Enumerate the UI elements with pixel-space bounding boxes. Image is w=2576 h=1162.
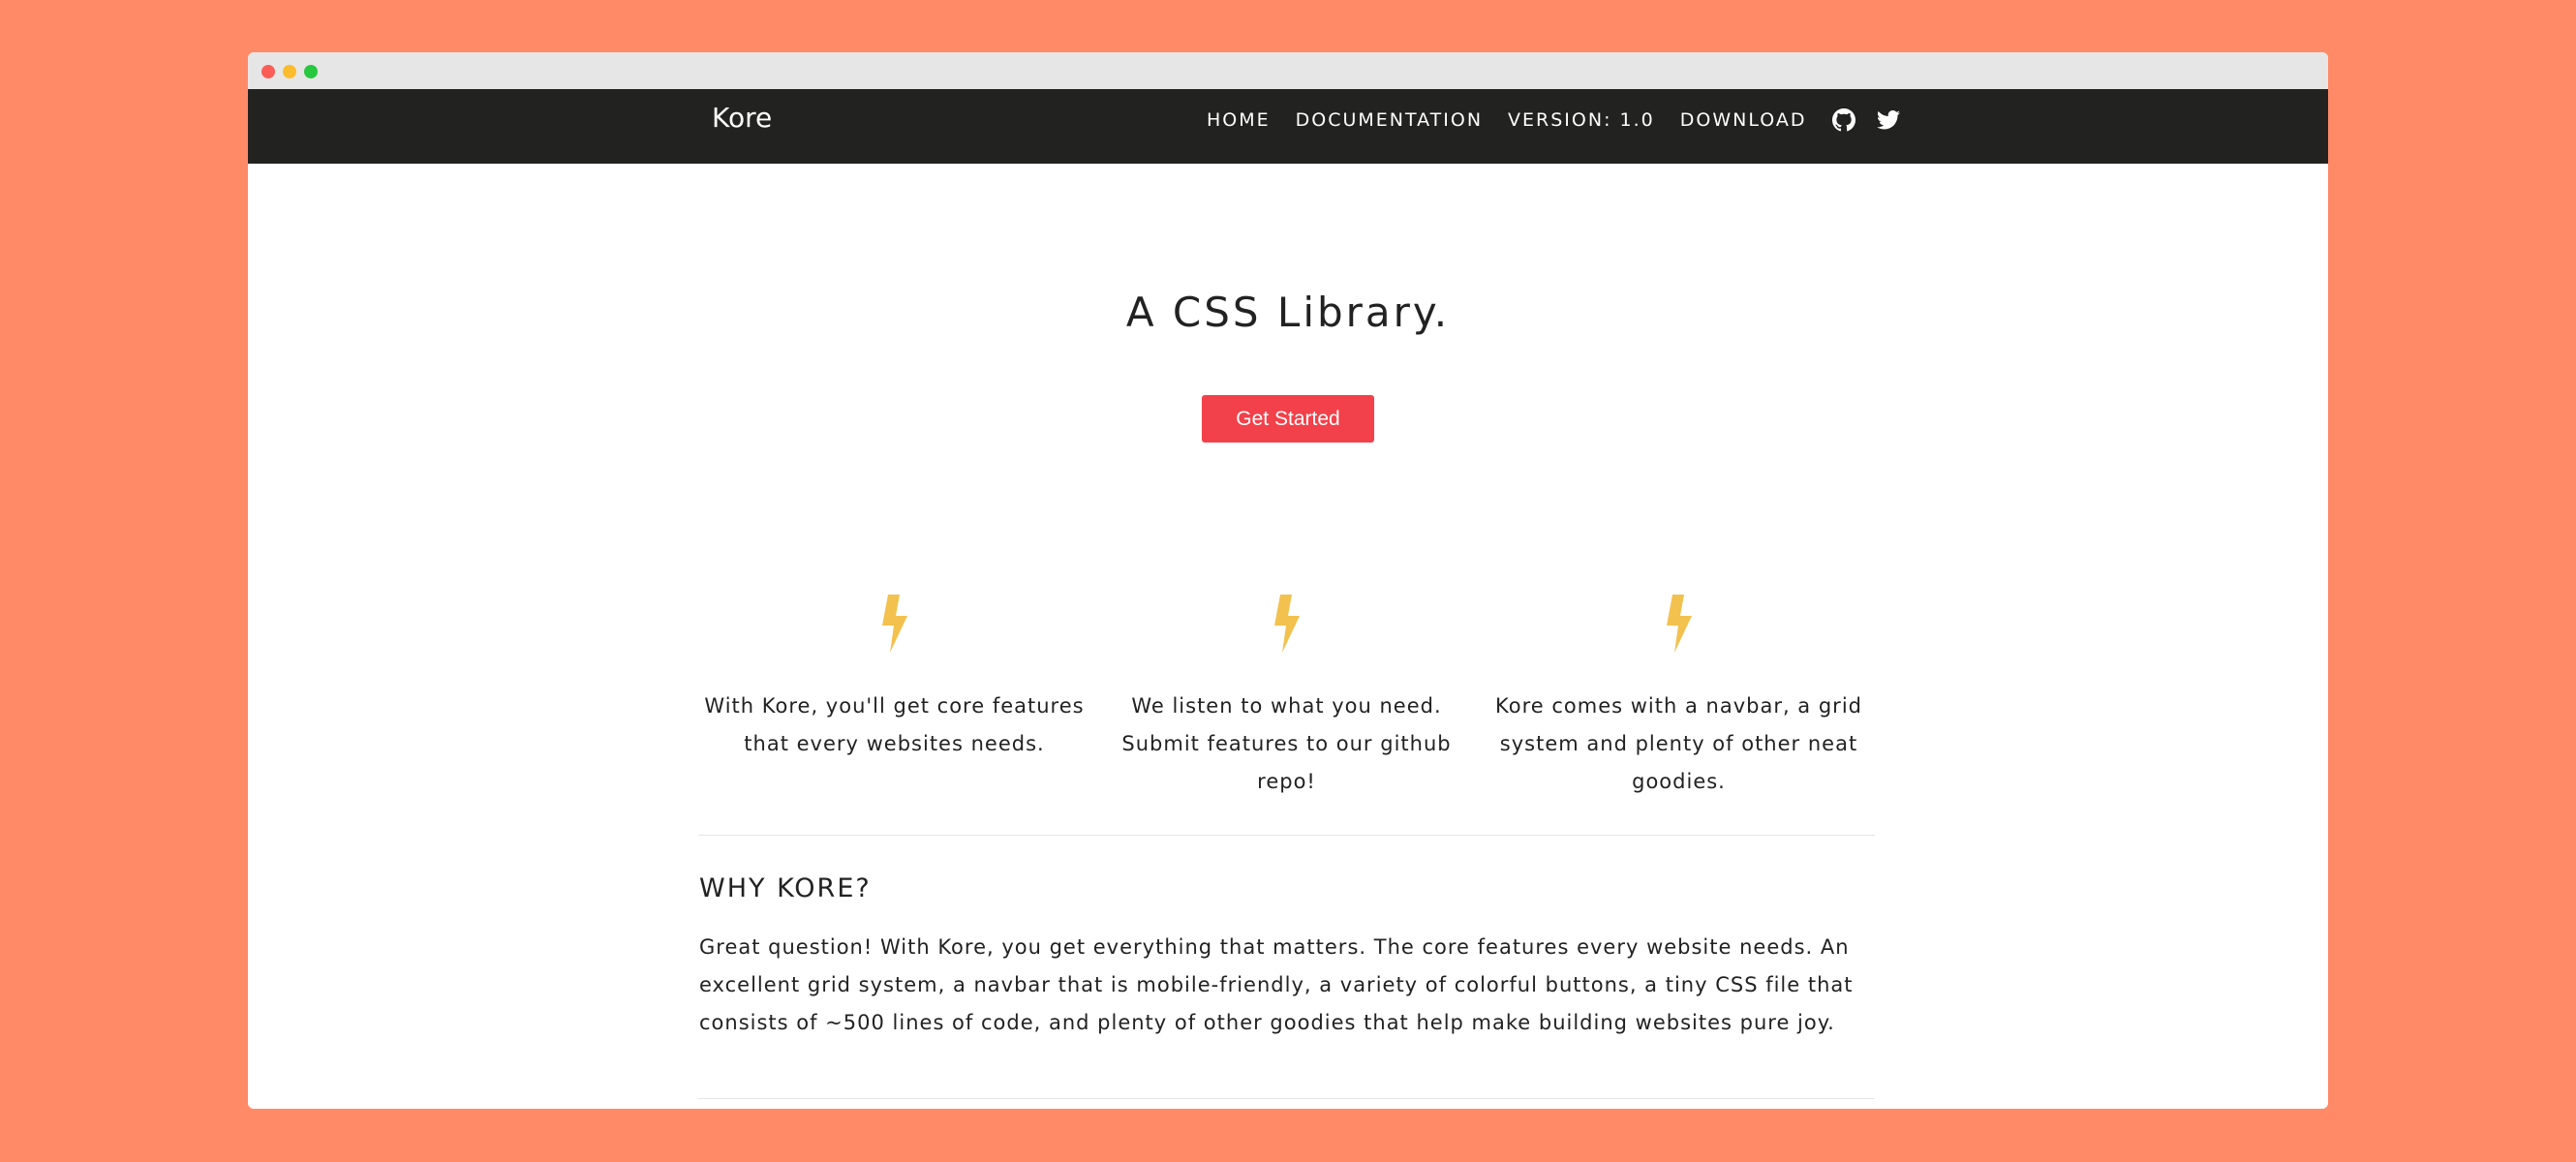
feature-column: With Kore, you'll get core features that… bbox=[698, 595, 1090, 763]
lightning-bolt-icon bbox=[1273, 595, 1300, 653]
navbar: Kore HOME DOCUMENTATION VERSION: 1.0 DOW… bbox=[248, 89, 2328, 164]
lightning-bolt-icon bbox=[1666, 595, 1692, 653]
lightning-bolt-icon bbox=[881, 595, 907, 653]
nav-download-link[interactable]: DOWNLOAD bbox=[1680, 109, 1807, 131]
section-divider bbox=[698, 835, 1875, 836]
why-kore-heading: WHY KORE? bbox=[699, 873, 872, 903]
feature-text: We listen to what you need. Submit featu… bbox=[1121, 694, 1452, 793]
window-titlebar bbox=[248, 52, 2328, 89]
feature-column: We listen to what you need. Submit featu… bbox=[1090, 595, 1483, 801]
feature-column: Kore comes with a navbar, a grid system … bbox=[1483, 595, 1875, 801]
nav-documentation-link[interactable]: DOCUMENTATION bbox=[1296, 109, 1483, 131]
nav-version-link[interactable]: VERSION: 1.0 bbox=[1508, 109, 1655, 131]
feature-text: With Kore, you'll get core features that… bbox=[704, 694, 1085, 755]
close-window-button[interactable] bbox=[261, 65, 275, 78]
nav-home-link[interactable]: HOME bbox=[1207, 109, 1271, 131]
maximize-window-button[interactable] bbox=[304, 65, 318, 78]
features-row: With Kore, you'll get core features that… bbox=[698, 595, 1875, 808]
section-divider bbox=[698, 1098, 1875, 1099]
browser-window: Kore HOME DOCUMENTATION VERSION: 1.0 DOW… bbox=[248, 52, 2328, 1109]
nav-links: HOME DOCUMENTATION VERSION: 1.0 DOWNLOAD bbox=[1207, 89, 1921, 164]
hero-title: A CSS Library. bbox=[1125, 289, 1451, 336]
github-icon[interactable] bbox=[1831, 107, 1855, 132]
feature-text: Kore comes with a navbar, a grid system … bbox=[1495, 694, 1862, 793]
why-kore-text: Great question! With Kore, you get every… bbox=[699, 935, 1854, 1034]
minimize-window-button[interactable] bbox=[283, 65, 296, 78]
brand-logo[interactable]: Kore bbox=[712, 89, 772, 164]
twitter-icon[interactable] bbox=[1876, 109, 1900, 131]
get-started-button[interactable]: Get Started bbox=[1202, 395, 1374, 443]
